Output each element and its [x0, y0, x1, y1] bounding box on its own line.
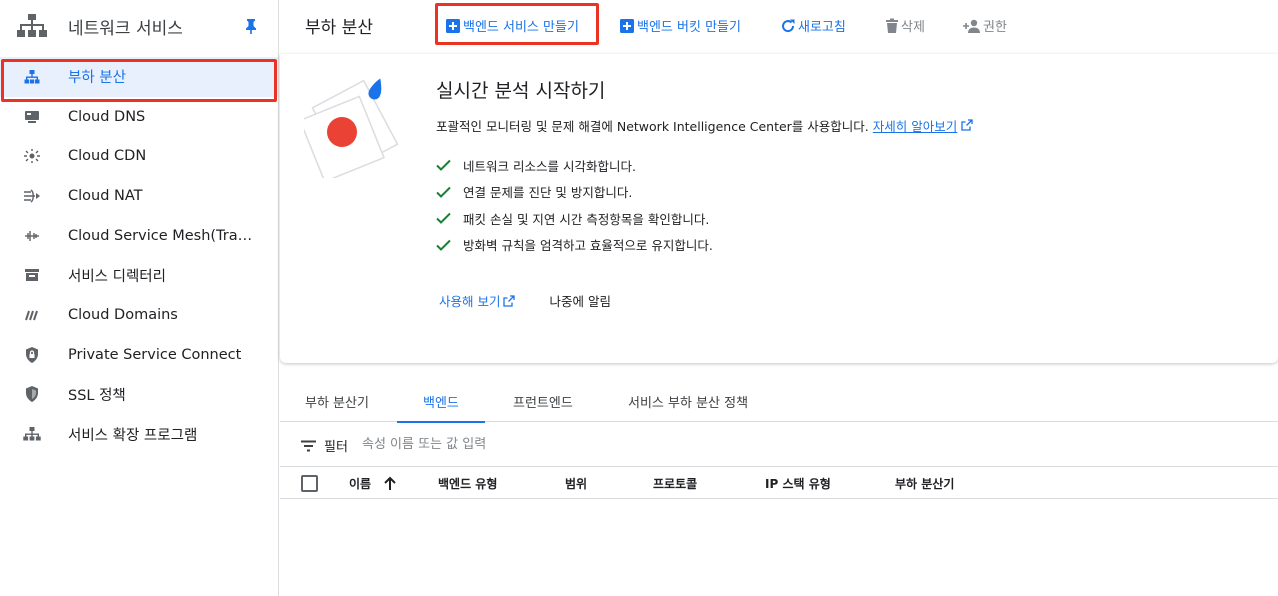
sidebar-header: 네트워크 서비스: [0, 0, 278, 52]
network-services-icon: [16, 10, 48, 42]
checkmark-icon: [436, 239, 452, 251]
checkmark-icon: [436, 159, 452, 172]
nat-icon: [22, 186, 42, 206]
tab-backends[interactable]: 백엔드: [397, 380, 485, 423]
checklist-item-text: 방화벽 규칙을 엄격하고 효율적으로 유지합니다.: [463, 238, 713, 254]
sidebar-item-ssl-policies[interactable]: SSL 정책: [0, 375, 278, 415]
column-header-load-balancer[interactable]: 부하 분산기: [895, 475, 954, 492]
select-all-checkbox[interactable]: [301, 475, 318, 492]
add-box-icon: [445, 18, 461, 34]
checklist-item-text: 연결 문제를 진단 및 방지합니다.: [463, 185, 633, 201]
sidebar-nav: 부하 분산 Cloud DNS Cloud CDN Cloud NAT Clou…: [0, 57, 278, 454]
checklist-item-text: 네트워크 리소스를 시각화합니다.: [463, 158, 636, 174]
tab-frontends[interactable]: 프런트엔드: [513, 380, 573, 422]
sidebar-item-service-mesh[interactable]: Cloud Service Mesh(Traffic Director): [0, 216, 278, 256]
trash-icon: [885, 18, 899, 34]
checklist-item: 연결 문제를 진단 및 방지합니다.: [436, 179, 713, 206]
column-header-ip-stack-type[interactable]: IP 스택 유형: [765, 475, 831, 492]
column-header-protocol[interactable]: 프로토콜: [653, 475, 697, 492]
external-link-icon: [961, 119, 973, 134]
external-link-icon: [503, 294, 516, 307]
toolbar: 부하 분산 백엔드 서비스 만들기 백엔드 버킷 만들기 새로고침 삭제 권한: [280, 0, 1278, 52]
pin-icon[interactable]: [244, 18, 258, 38]
backends-table-header: 이름 백엔드 유형 범위 프로토콜 IP 스택 유형 부하 분산기: [280, 466, 1278, 499]
add-person-icon: [963, 18, 981, 34]
permissions-label: 권한: [983, 20, 1007, 35]
checkmark-icon: [436, 212, 452, 225]
sidebar-item-label: Cloud Domains: [68, 306, 178, 323]
sidebar-item-label: 서비스 확장 프로그램: [68, 427, 198, 444]
sidebar-item-label: 부하 분산: [68, 70, 126, 87]
promo-description-text: 포괄적인 모니터링 및 문제 해결에 Network Intelligence …: [436, 119, 869, 134]
network-intelligence-promo: 실시간 분석 시작하기 포괄적인 모니터링 및 문제 해결에 Network I…: [280, 54, 1278, 363]
delete-label: 삭제: [901, 20, 925, 35]
tab-load-balancers[interactable]: 부하 분산기: [305, 380, 369, 422]
refresh-button[interactable]: 새로고침: [780, 16, 846, 35]
feature-checklist: 네트워크 리소스를 시각화합니다. 연결 문제를 진단 및 방지합니다. 패킷 …: [436, 152, 713, 258]
arrow-up-icon: [383, 476, 397, 494]
checklist-item: 방화벽 규칙을 엄격하고 효율적으로 유지합니다.: [436, 232, 713, 259]
create-backend-service-button[interactable]: 백엔드 서비스 만들기: [445, 16, 579, 35]
sidebar-item-label: Cloud NAT: [68, 187, 143, 204]
tab-service-lb-policies[interactable]: 서비스 부하 분산 정책: [628, 380, 748, 422]
promo-actions: 사용해 보기 나중에 알림: [439, 291, 611, 310]
try-it-button[interactable]: 사용해 보기: [439, 291, 516, 310]
column-header-name[interactable]: 이름: [349, 475, 397, 494]
filter-label: 필터: [324, 440, 348, 455]
sidebar-title: 네트워크 서비스: [68, 18, 183, 39]
analytics-illustration-icon: [298, 68, 404, 183]
sidebar-item-service-extensions[interactable]: 서비스 확장 프로그램: [0, 414, 278, 454]
sidebar-item-cloud-cdn[interactable]: Cloud CDN: [0, 136, 278, 176]
resource-tabs: 부하 분산기 백엔드 프런트엔드 서비스 부하 분산 정책: [280, 380, 1278, 423]
sidebar-item-label: Cloud Service Mesh(Traffic Director): [68, 227, 263, 244]
add-box-icon: [619, 18, 635, 34]
column-header-name-label: 이름: [349, 477, 372, 491]
sidebar-item-label: Private Service Connect: [68, 346, 242, 363]
sidebar-item-cloud-domains[interactable]: Cloud Domains: [0, 295, 278, 335]
permissions-button[interactable]: 권한: [963, 16, 1007, 35]
refresh-label: 새로고침: [798, 20, 846, 35]
filter-input[interactable]: [362, 432, 862, 456]
page-title: 부하 분산: [305, 18, 373, 38]
sidebar-item-service-directory[interactable]: 서비스 디렉터리: [0, 255, 278, 295]
try-it-label: 사용해 보기: [439, 294, 501, 309]
create-backend-bucket-label: 백엔드 버킷 만들기: [637, 20, 741, 35]
checklist-item: 네트워크 리소스를 시각화합니다.: [436, 152, 713, 179]
private-service-connect-icon: [22, 345, 42, 365]
checklist-item-text: 패킷 손실 및 지연 시간 측정항목을 확인합니다.: [463, 211, 710, 227]
remind-later-button[interactable]: 나중에 알림: [549, 291, 610, 310]
sidebar-item-load-balancing[interactable]: 부하 분산: [0, 57, 278, 102]
load-balancing-icon: [22, 67, 42, 87]
service-directory-icon: [22, 265, 42, 285]
sidebar-item-label: Cloud DNS: [68, 108, 146, 125]
service-extensions-icon: [22, 424, 42, 444]
delete-button[interactable]: 삭제: [885, 16, 925, 35]
promo-description: 포괄적인 모니터링 및 문제 해결에 Network Intelligence …: [436, 116, 973, 135]
checkmark-icon: [436, 186, 452, 198]
sidebar-item-label: Cloud CDN: [68, 148, 147, 165]
create-backend-bucket-button[interactable]: 백엔드 버킷 만들기: [619, 16, 741, 35]
filter-icon: [301, 437, 316, 456]
column-header-scope[interactable]: 범위: [565, 475, 587, 492]
promo-title: 실시간 분석 시작하기: [436, 80, 606, 102]
domains-icon: [22, 305, 42, 325]
sidebar-item-cloud-dns[interactable]: Cloud DNS: [0, 97, 278, 137]
checklist-item: 패킷 손실 및 지연 시간 측정항목을 확인합니다.: [436, 205, 713, 232]
refresh-icon: [780, 18, 796, 34]
dns-icon: [22, 107, 42, 127]
cdn-icon: [22, 146, 42, 166]
sidebar-item-private-service-connect[interactable]: Private Service Connect: [0, 335, 278, 375]
service-mesh-icon: [22, 226, 42, 246]
learn-more-link[interactable]: 자세히 알아보기: [873, 119, 957, 134]
shield-icon: [22, 384, 42, 404]
sidebar-item-label: SSL 정책: [68, 387, 126, 404]
sidebar-item-cloud-nat[interactable]: Cloud NAT: [0, 176, 278, 216]
column-header-backend-type[interactable]: 백엔드 유형: [438, 475, 497, 492]
sidebar: 네트워크 서비스 부하 분산 Cloud DNS Cloud CDN Cloud…: [0, 0, 279, 596]
create-backend-service-label: 백엔드 서비스 만들기: [463, 20, 579, 35]
filter-bar: 필터: [280, 423, 1278, 465]
sidebar-item-label: 서비스 디렉터리: [68, 268, 166, 285]
